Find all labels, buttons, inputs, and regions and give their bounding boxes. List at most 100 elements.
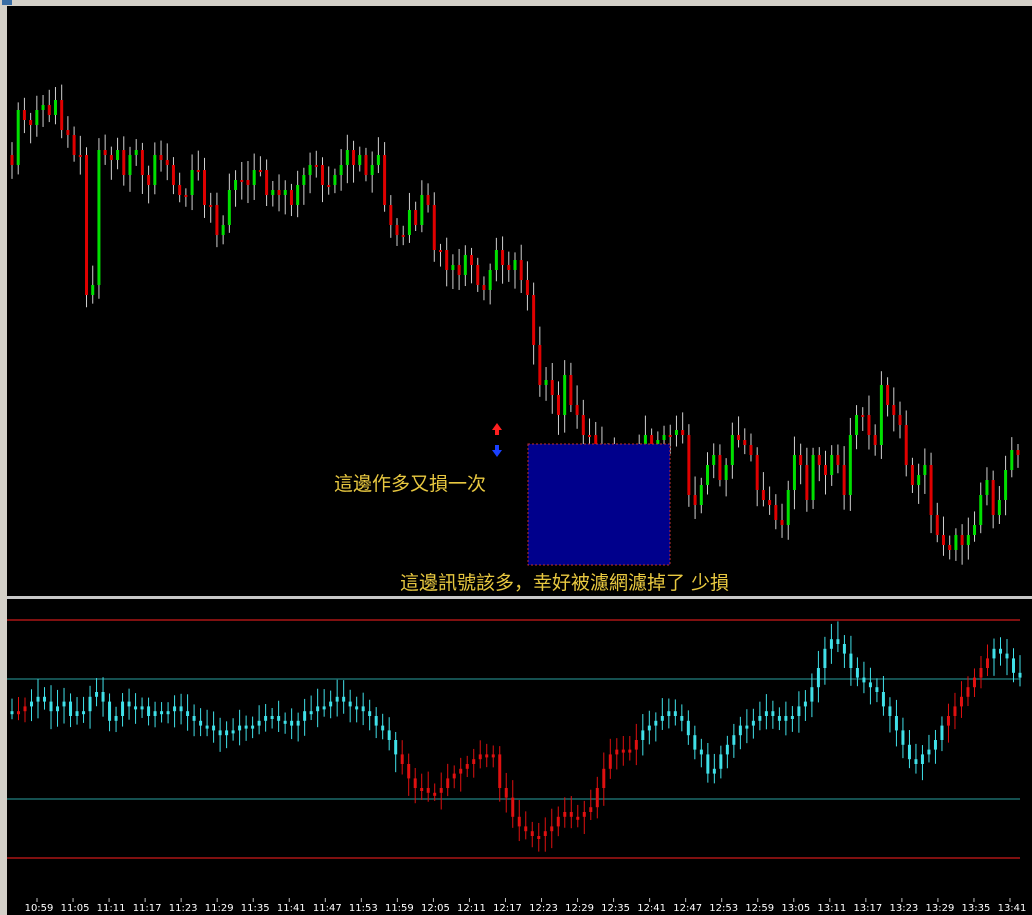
candle-body — [538, 345, 542, 385]
oscillator-bar — [680, 716, 684, 721]
oscillator-bar — [621, 749, 625, 753]
candle-body — [296, 185, 300, 205]
candle-body — [687, 435, 691, 495]
x-tick-label: 11:23 — [169, 903, 198, 914]
candle-body — [395, 225, 399, 235]
candle-body — [463, 255, 467, 275]
candle-body — [525, 280, 529, 295]
oscillator-bar — [823, 648, 827, 668]
candle-body — [761, 490, 765, 500]
candle-body — [941, 535, 945, 545]
x-tick-label: 13:23 — [889, 903, 918, 914]
x-tick-label: 11:53 — [349, 903, 378, 914]
pane-divider[interactable] — [7, 596, 1032, 599]
oscillator-bar — [634, 740, 638, 750]
oscillator-bar — [946, 716, 950, 726]
candle-body — [799, 455, 803, 465]
candle-body — [811, 455, 815, 500]
oscillator-bar — [1005, 653, 1009, 659]
candle-body — [1004, 470, 1008, 500]
candle-body — [53, 100, 57, 115]
oscillator-bar — [764, 711, 768, 716]
candle-body — [768, 500, 772, 505]
candle-body — [184, 195, 188, 197]
oscillator-bar — [647, 725, 651, 731]
oscillator-bar — [849, 653, 853, 668]
candle-body — [1010, 450, 1014, 470]
candle-body — [886, 385, 890, 405]
oscillator-bar — [673, 711, 677, 716]
annotation-note-1: 這邊作多又損一次 — [334, 473, 487, 495]
x-tick-label: 13:17 — [853, 903, 882, 914]
candle-body — [283, 190, 287, 195]
oscillator-bar — [10, 711, 14, 715]
oscillator-bar — [257, 720, 261, 726]
oscillator-bar — [101, 692, 105, 702]
candle-body — [234, 180, 238, 190]
candle-body — [60, 100, 64, 130]
oscillator-bar — [556, 816, 560, 827]
candle-body — [848, 435, 852, 495]
x-tick-label: 12:35 — [601, 903, 630, 914]
oscillator-bar — [517, 816, 521, 827]
candle-body — [277, 190, 281, 195]
candle-body — [755, 455, 759, 490]
oscillator-bar — [667, 711, 671, 716]
oscillator-bar — [504, 788, 508, 798]
x-tick-label: 11:11 — [97, 903, 126, 914]
oscillator-bar — [686, 720, 690, 736]
oscillator-bar — [524, 826, 528, 832]
candle-body — [513, 260, 517, 270]
oscillator-bar — [829, 639, 833, 649]
oscillator-bar — [296, 720, 300, 726]
oscillator-bar — [842, 644, 846, 654]
candle-body — [780, 520, 784, 525]
oscillator-bar — [309, 711, 313, 715]
oscillator-bar — [127, 701, 131, 707]
x-tick-label: 11:29 — [205, 903, 234, 914]
candle-body — [10, 155, 14, 165]
candle-body — [805, 465, 809, 500]
oscillator-bar — [316, 706, 320, 712]
candle-body — [35, 110, 39, 125]
candle-body — [494, 250, 498, 270]
oscillator-bar — [30, 701, 34, 707]
candle-body — [681, 430, 685, 435]
oscillator-bar — [335, 696, 339, 702]
oscillator-bar — [212, 725, 216, 731]
oscillator-bar — [602, 768, 606, 788]
oscillator-bar — [699, 749, 703, 755]
oscillator-bar — [244, 725, 248, 729]
candle-body — [333, 175, 337, 185]
candle-body — [196, 170, 200, 172]
oscillator-bar — [485, 754, 489, 758]
candle-body — [289, 190, 293, 205]
candle-body — [358, 155, 362, 165]
candle-body — [165, 160, 169, 165]
oscillator-bar — [738, 725, 742, 736]
candle-body — [153, 155, 157, 185]
candle-body — [861, 415, 865, 417]
oscillator-bar — [712, 768, 716, 774]
candle-body — [407, 210, 411, 235]
x-tick-label: 11:59 — [385, 903, 414, 914]
candle-body — [674, 430, 678, 435]
candle-body — [792, 455, 796, 490]
candle-body — [507, 265, 511, 270]
candle-body — [954, 535, 958, 550]
filter-highlight-box — [527, 443, 671, 566]
oscillator-bar — [270, 716, 274, 719]
candle-body — [997, 500, 1001, 515]
candle-body — [588, 435, 592, 437]
candle-body — [457, 265, 461, 275]
x-tick-label: 11:41 — [277, 903, 306, 914]
oscillator-bar — [790, 716, 794, 719]
oscillator-bar — [361, 706, 365, 712]
oscillator-bar — [69, 701, 73, 716]
oscillator-bar — [153, 711, 157, 716]
candle-body — [345, 150, 349, 165]
oscillator-bar — [283, 720, 287, 724]
oscillator-bar — [940, 725, 944, 740]
oscillator-bar — [550, 826, 554, 832]
x-tick-label: 13:41 — [998, 903, 1027, 914]
